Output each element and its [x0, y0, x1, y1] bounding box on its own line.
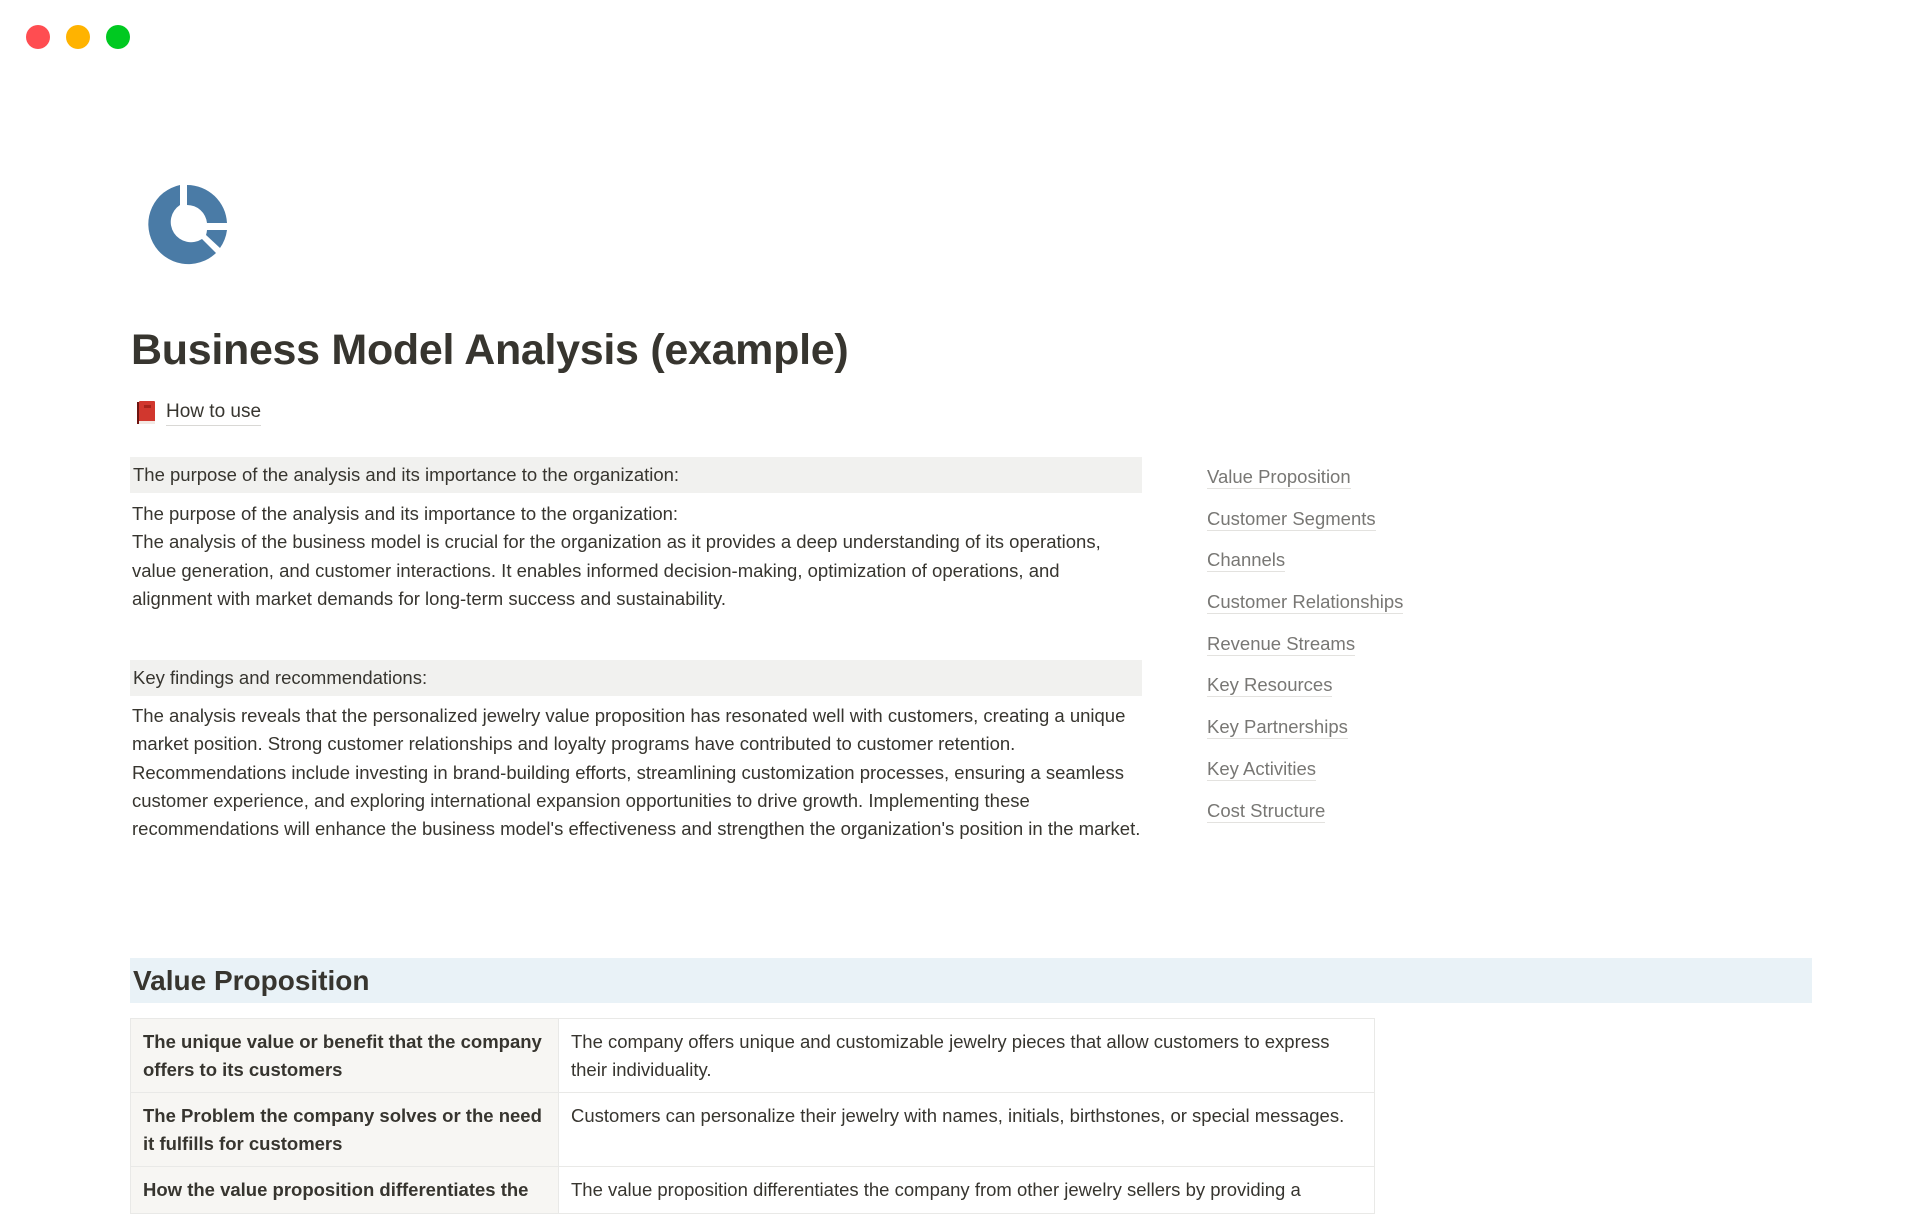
toc-link-value-proposition[interactable]: Value Proposition [1207, 466, 1351, 489]
row-value[interactable]: Customers can personalize their jewelry … [558, 1092, 1375, 1167]
toc-link-key-resources[interactable]: Key Resources [1207, 674, 1333, 698]
findings-text: The analysis reveals that the personaliz… [132, 705, 1141, 840]
window-controls [26, 25, 130, 49]
minimize-window-button[interactable] [66, 25, 90, 49]
toc-link-customer-relationships[interactable]: Customer Relationships [1207, 591, 1404, 615]
findings-paragraph: The analysis reveals that the personaliz… [132, 702, 1142, 843]
value-proposition-table: The unique value or benefit that the com… [130, 1018, 1375, 1214]
page-title: Business Model Analysis (example) [131, 326, 849, 374]
how-to-use-label[interactable]: How to use [166, 400, 262, 426]
purpose-line-1: The purpose of the analysis and its impo… [132, 503, 679, 524]
purpose-text: The analysis of the business model is cr… [132, 531, 1101, 609]
red-book-icon [136, 401, 156, 425]
close-window-button[interactable] [26, 25, 50, 49]
row-value[interactable]: The company offers unique and customizab… [558, 1018, 1375, 1093]
how-to-use-link[interactable]: How to use [136, 400, 262, 426]
toc-link-channels[interactable]: Channels [1207, 549, 1286, 573]
row-label[interactable]: The unique value or benefit that the com… [130, 1018, 559, 1093]
toc-link-key-activities[interactable]: Key Activities [1207, 758, 1316, 781]
toc-link-cost-structure[interactable]: Cost Structure [1207, 800, 1326, 823]
table-row: How the value proposition differentiates… [130, 1166, 1375, 1214]
donut-chart-icon[interactable] [143, 181, 231, 269]
toc-link-revenue-streams[interactable]: Revenue Streams [1207, 633, 1356, 656]
table-row: The unique value or benefit that the com… [130, 1018, 1375, 1093]
toc-link-customer-segments[interactable]: Customer Segments [1207, 508, 1376, 531]
row-label[interactable]: How the value proposition differentiates… [130, 1166, 559, 1214]
row-label[interactable]: The Problem the company solves or the ne… [130, 1092, 559, 1167]
table-of-contents: Value Proposition Customer Segments Chan… [1207, 466, 1404, 841]
purpose-callout: The purpose of the analysis and its impo… [130, 457, 1142, 493]
toc-link-key-partnerships[interactable]: Key Partnerships [1207, 716, 1348, 740]
row-value[interactable]: The value proposition differentiates the… [558, 1166, 1375, 1214]
value-proposition-heading: Value Proposition [130, 958, 1812, 1003]
purpose-paragraph: The purpose of the analysis and its impo… [132, 500, 1142, 613]
findings-callout: Key findings and recommendations: [130, 660, 1142, 696]
table-row: The Problem the company solves or the ne… [130, 1092, 1375, 1167]
maximize-window-button[interactable] [106, 25, 130, 49]
